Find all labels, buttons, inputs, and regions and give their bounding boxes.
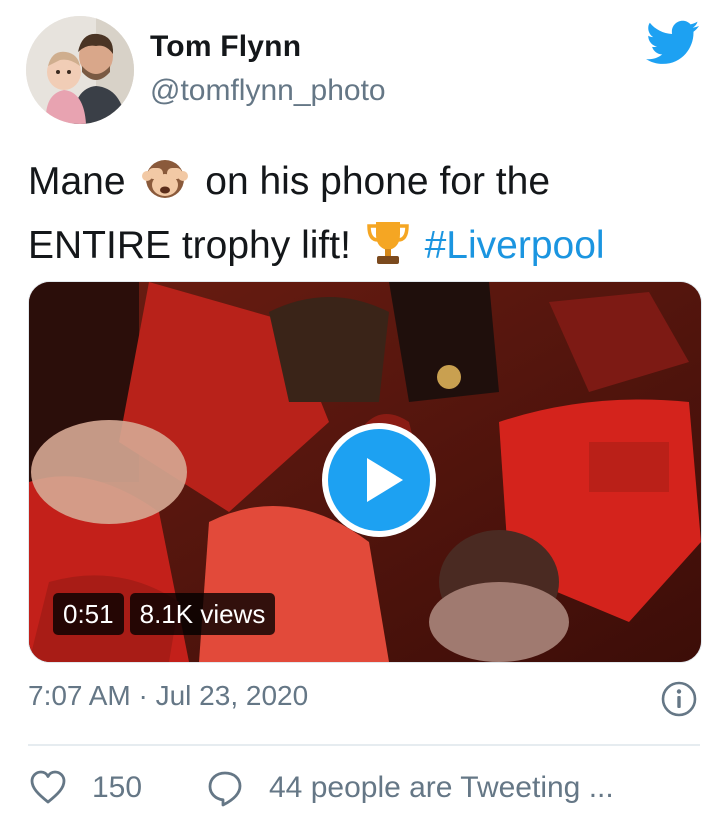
tweet-text: Mane on his phone for the ENTIRE trophy … — [28, 152, 698, 282]
display-name[interactable]: Tom Flynn — [150, 30, 301, 64]
like-count: 150 — [92, 771, 143, 804]
heart-icon — [30, 770, 66, 804]
tweet-text-part: ENTIRE trophy lift! — [28, 224, 351, 267]
video-badges: 0:51 8.1K views — [53, 593, 276, 635]
video-view-count: 8.1K views — [129, 593, 276, 635]
avatar[interactable] — [26, 16, 134, 124]
hashtag-link[interactable]: #Liverpool — [425, 224, 605, 267]
video-player[interactable]: 0:51 8.1K views — [28, 281, 702, 663]
trophy-icon — [366, 218, 410, 282]
tweet-card[interactable]: Tom Flynn @tomflynn_photo Mane on his ph… — [0, 0, 720, 816]
speech-bubble-icon — [208, 771, 242, 807]
like-button[interactable]: 150 — [28, 766, 142, 810]
tweet-text-part: Mane — [28, 160, 126, 203]
tweet-text-part: on his phone for the — [205, 160, 551, 203]
reply-button[interactable]: 44 people are Tweeting ... — [205, 766, 614, 810]
see-no-evil-monkey-icon — [140, 152, 190, 218]
video-duration: 0:51 — [53, 593, 124, 635]
tweeting-count: 44 people are Tweeting ... — [269, 771, 614, 804]
divider — [28, 744, 700, 746]
tweet-timestamp[interactable]: 7:07 AM · Jul 23, 2020 — [28, 680, 308, 712]
user-handle[interactable]: @tomflynn_photo — [150, 74, 386, 108]
info-icon[interactable] — [660, 680, 698, 718]
play-icon[interactable] — [320, 421, 438, 539]
twitter-bird-icon[interactable] — [646, 20, 700, 66]
